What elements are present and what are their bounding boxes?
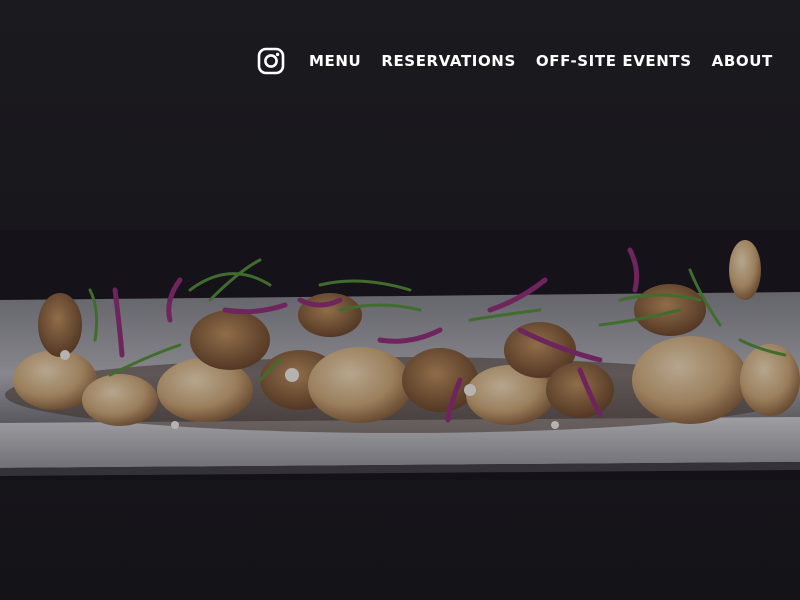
instagram-icon (257, 47, 285, 75)
hero-section: MENU RESERVATIONS OFF-SITE EVENTS ABOUT (0, 0, 800, 600)
nav-off-site-events-link[interactable]: OFF-SITE EVENTS (536, 47, 692, 75)
nav-about-link[interactable]: ABOUT (712, 47, 773, 75)
main-nav: MENU RESERVATIONS OFF-SITE EVENTS ABOUT (257, 47, 773, 75)
instagram-link[interactable] (257, 47, 285, 75)
hero-food-photo (0, 230, 800, 480)
nav-menu-link[interactable]: MENU (309, 47, 361, 75)
nav-reservations-link[interactable]: RESERVATIONS (381, 47, 516, 75)
